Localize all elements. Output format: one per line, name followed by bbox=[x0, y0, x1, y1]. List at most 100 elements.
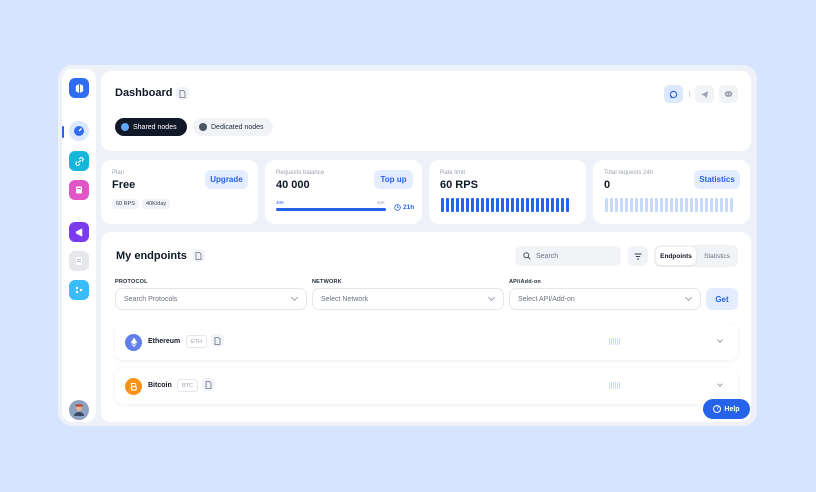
usage-bar bbox=[471, 198, 474, 212]
api-select[interactable]: Select API/Add-on bbox=[509, 288, 701, 310]
api-label: API/Add-on bbox=[509, 279, 541, 285]
usage-bar bbox=[461, 198, 464, 212]
usage-bar bbox=[730, 198, 733, 212]
usage-bar bbox=[531, 198, 534, 212]
daily-tag: 40K/day bbox=[141, 199, 171, 209]
usage-bar bbox=[675, 198, 678, 212]
tab-dedicated-nodes[interactable]: Dedicated nodes bbox=[193, 118, 273, 136]
document-icon[interactable] bbox=[176, 87, 189, 100]
statistics-button[interactable]: Statistics bbox=[694, 170, 740, 189]
usage-bar bbox=[566, 198, 569, 212]
usage-bar bbox=[685, 198, 688, 212]
usage-bar bbox=[665, 198, 668, 212]
endpoints-toggle[interactable]: Endpoints bbox=[656, 247, 696, 265]
nav-apps-icon[interactable] bbox=[69, 280, 89, 300]
protocol-label: PROTOCOL bbox=[115, 279, 148, 285]
nav-link-icon[interactable] bbox=[69, 151, 89, 171]
balance-card: Requests balance 40 000 Top up 40K 40K 2… bbox=[265, 160, 422, 224]
top-up-button[interactable]: Top up bbox=[374, 170, 413, 189]
question-icon: ? bbox=[713, 405, 722, 413]
usage-bar bbox=[650, 198, 653, 212]
help-button[interactable]: ? Help bbox=[703, 399, 750, 419]
endpoint-row-ethereum[interactable]: Ethereum ETH bbox=[115, 324, 738, 360]
usage-bar bbox=[660, 198, 663, 212]
filter-icon[interactable] bbox=[628, 246, 648, 266]
usage-bar bbox=[441, 198, 444, 212]
usage-bar bbox=[451, 198, 454, 212]
search-icon bbox=[523, 252, 531, 260]
endpoints-title: My endpoints bbox=[116, 250, 187, 262]
nav-announcements-icon[interactable] bbox=[69, 222, 89, 242]
discord-icon[interactable] bbox=[719, 85, 738, 103]
usage-bar bbox=[635, 198, 638, 212]
usage-bar bbox=[466, 198, 469, 212]
usage-bar bbox=[610, 198, 613, 212]
bar-start-label: 40K bbox=[276, 200, 285, 205]
bitcoin-icon bbox=[125, 378, 142, 395]
divider bbox=[689, 91, 690, 97]
chevron-down-icon bbox=[290, 293, 299, 302]
header-card: Dashboard Shared nodes Dedicated nodes bbox=[101, 71, 751, 151]
document-icon[interactable] bbox=[202, 378, 215, 391]
usage-bar bbox=[511, 198, 514, 212]
total-requests-card: Total requests 24h 0 Statistics bbox=[593, 160, 750, 224]
help-label: Help bbox=[724, 405, 740, 413]
app-window: Dashboard Shared nodes Dedicated nodes P… bbox=[58, 65, 757, 426]
upgrade-button[interactable]: Upgrade bbox=[205, 170, 248, 189]
usage-bar bbox=[456, 198, 459, 212]
clock-icon bbox=[394, 204, 401, 211]
endpoint-name: Bitcoin bbox=[148, 382, 172, 389]
usage-bar bbox=[561, 198, 564, 212]
nav-notes-icon[interactable] bbox=[69, 180, 89, 200]
usage-bar bbox=[551, 198, 554, 212]
mini-bars bbox=[609, 338, 620, 345]
usage-bar bbox=[630, 198, 633, 212]
nav-docs-icon[interactable] bbox=[69, 251, 89, 271]
app-logo-icon[interactable] bbox=[69, 78, 89, 98]
user-avatar[interactable] bbox=[69, 400, 89, 420]
document-icon[interactable] bbox=[192, 249, 205, 262]
network-label: NETWORK bbox=[312, 279, 342, 285]
usage-bar bbox=[481, 198, 484, 212]
endpoints-card: My endpoints Search Endpoints Statistics… bbox=[101, 232, 751, 422]
chevron-down-icon[interactable] bbox=[717, 337, 723, 343]
chevron-down-icon bbox=[684, 293, 693, 302]
search-box[interactable]: Search bbox=[515, 246, 621, 266]
usage-bar bbox=[720, 198, 723, 212]
chat-icon[interactable] bbox=[664, 85, 683, 103]
get-button[interactable]: Get bbox=[706, 288, 738, 310]
balance-progress-track bbox=[276, 208, 386, 211]
nav-dashboard-icon[interactable] bbox=[69, 121, 89, 141]
ethereum-icon bbox=[125, 334, 142, 351]
statistics-toggle[interactable]: Statistics bbox=[698, 247, 736, 265]
usage-bar bbox=[546, 198, 549, 212]
usage-bar bbox=[690, 198, 693, 212]
balance-label: Requests balance bbox=[276, 170, 325, 176]
usage-bar bbox=[710, 198, 713, 212]
endpoint-row-bitcoin[interactable]: Bitcoin BTC bbox=[115, 368, 738, 404]
usage-bar bbox=[645, 198, 648, 212]
protocol-select[interactable]: Search Protocols bbox=[115, 288, 307, 310]
network-select[interactable]: Select Network bbox=[312, 288, 504, 310]
chevron-down-icon[interactable] bbox=[717, 381, 723, 387]
telegram-icon[interactable] bbox=[695, 85, 714, 103]
usage-bar bbox=[536, 198, 539, 212]
plan-card: Plan Free Upgrade 60 RPS 40K/day bbox=[101, 160, 258, 224]
globe-icon bbox=[121, 123, 129, 131]
usage-bar bbox=[700, 198, 703, 212]
reset-timer: 21h bbox=[394, 204, 414, 211]
rps-tag: 60 RPS bbox=[112, 199, 139, 209]
document-icon[interactable] bbox=[211, 334, 224, 347]
network-placeholder: Select Network bbox=[321, 295, 369, 303]
usage-bar bbox=[670, 198, 673, 212]
usage-bar bbox=[640, 198, 643, 212]
usage-bar bbox=[496, 198, 499, 212]
usage-bar bbox=[516, 198, 519, 212]
rate-value: 60 RPS bbox=[440, 179, 478, 191]
usage-bar bbox=[476, 198, 479, 212]
usage-bar bbox=[680, 198, 683, 212]
usage-bar bbox=[625, 198, 628, 212]
bar-end-label: 40K bbox=[377, 200, 386, 205]
tab-shared-nodes[interactable]: Shared nodes bbox=[115, 118, 187, 136]
chevron-down-icon bbox=[487, 293, 496, 302]
